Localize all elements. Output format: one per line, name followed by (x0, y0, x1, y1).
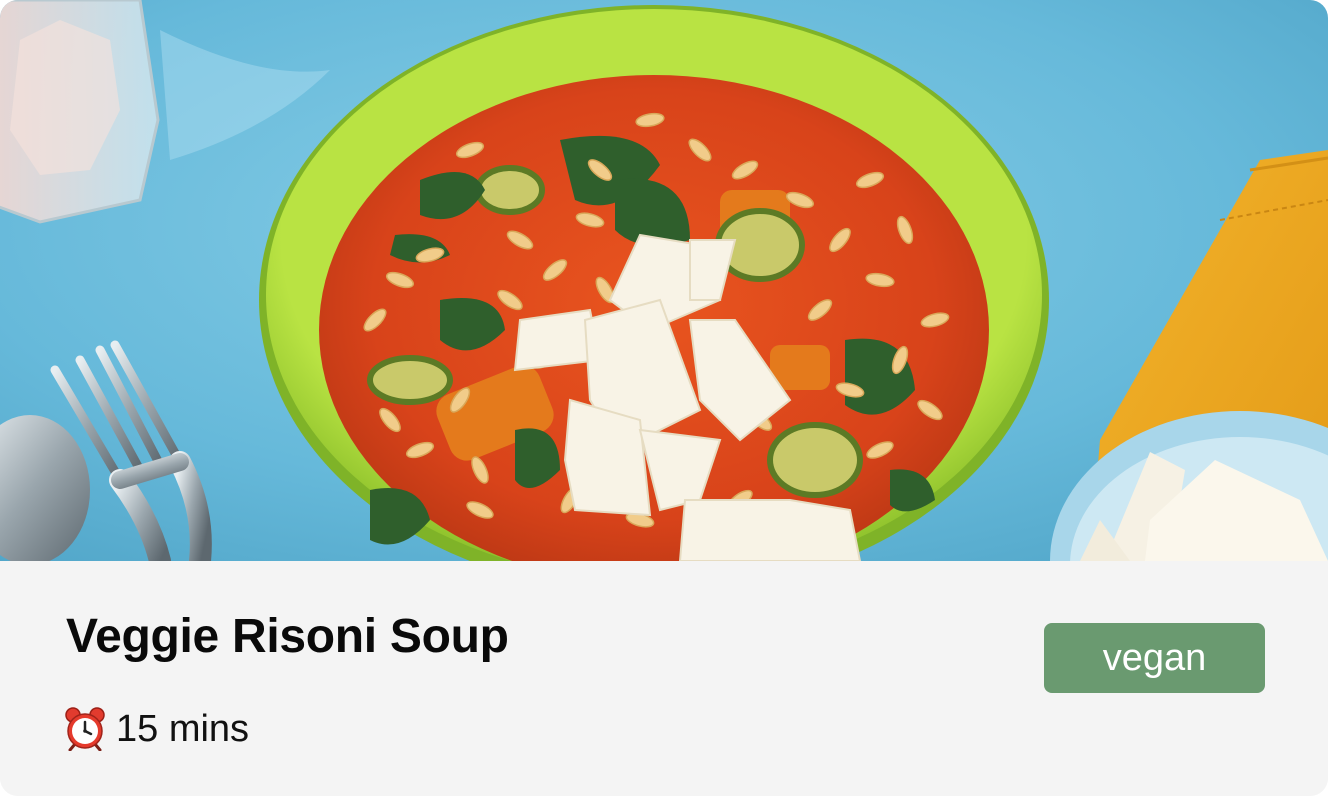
alarm-clock-icon (65, 707, 105, 751)
cook-time: 15 mins (64, 705, 249, 753)
cook-time-value: 15 mins (116, 707, 250, 750)
recipe-title[interactable]: Veggie Risoni Soup (66, 609, 509, 664)
recipe-card[interactable]: Veggie Risoni Soup 15 mins vegan (0, 0, 1328, 796)
recipe-info-panel: Veggie Risoni Soup 15 mins vegan (0, 561, 1328, 796)
vegan-tag-badge[interactable]: vegan (1044, 623, 1265, 693)
recipe-photo[interactable] (0, 0, 1328, 561)
